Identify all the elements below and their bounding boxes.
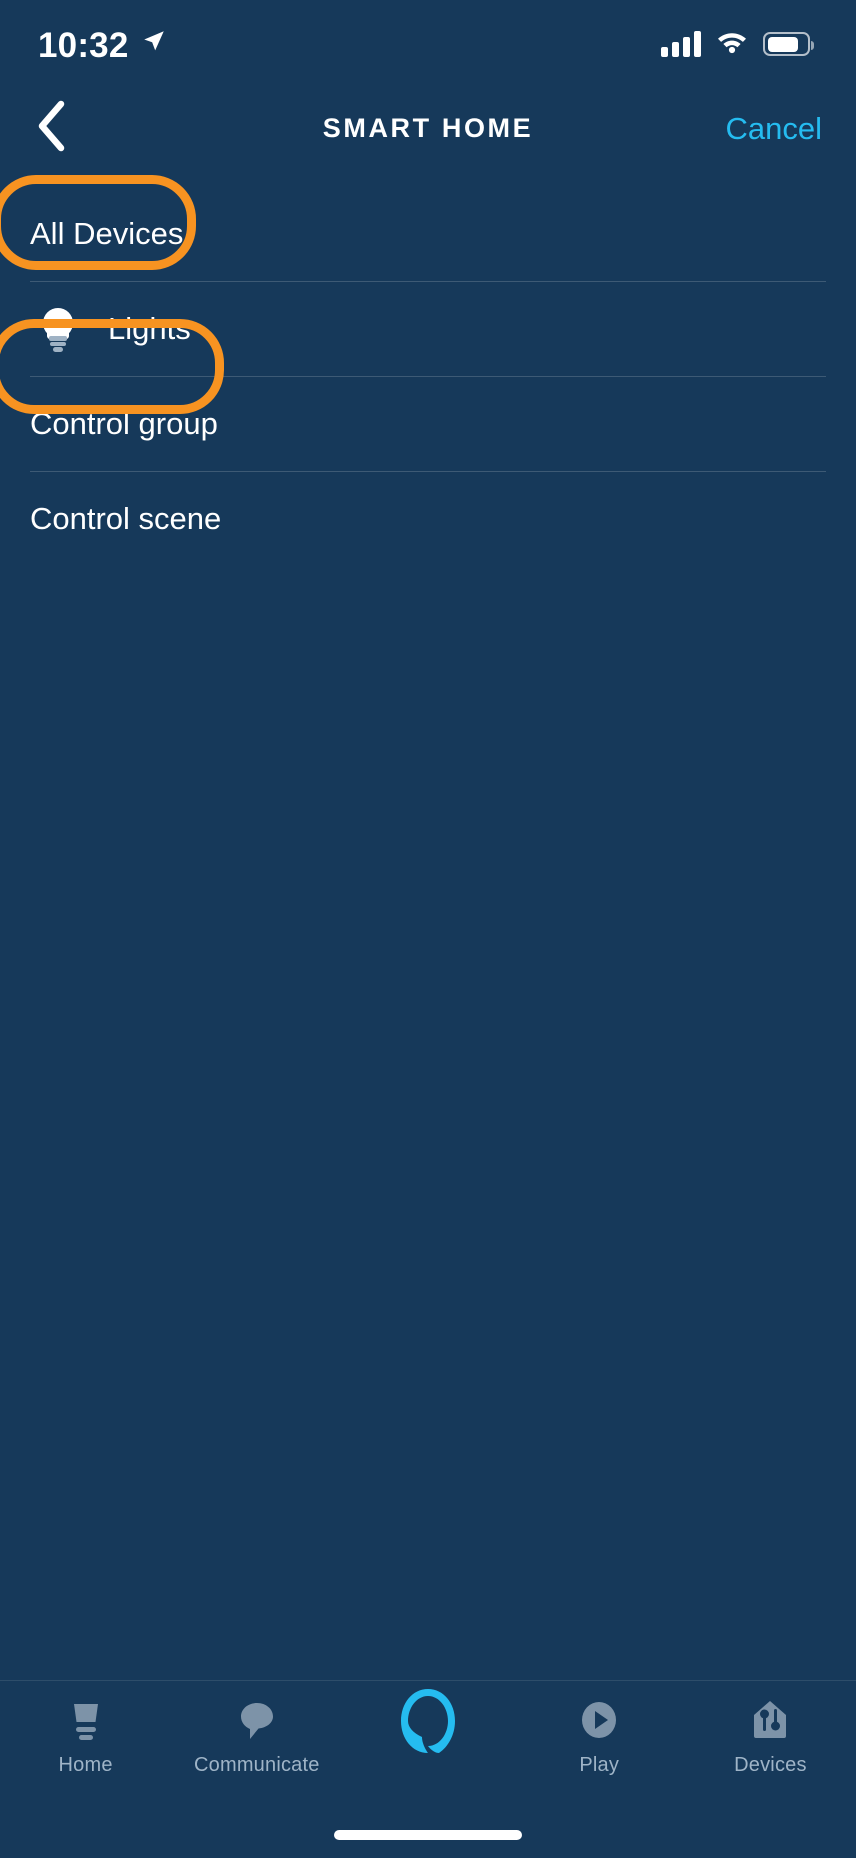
smart-home-screen: 10:32 SMART HOME Cancel All Devices Ligh… (0, 0, 856, 1858)
tab-label: Communicate (194, 1754, 320, 1776)
list-item-control-group[interactable]: Control group (0, 377, 856, 471)
list-item-label: Lights (108, 311, 191, 346)
status-bar-left: 10:32 (38, 24, 167, 63)
cancel-button[interactable]: Cancel (726, 111, 823, 147)
alexa-ring-icon (395, 1689, 461, 1753)
tab-label: Home (58, 1754, 113, 1776)
speech-bubble-icon (234, 1695, 280, 1747)
tab-devices[interactable]: Devices (685, 1695, 856, 1777)
play-circle-icon (576, 1695, 622, 1747)
tab-label: Play (579, 1754, 620, 1776)
list-item-label: All Devices (30, 216, 184, 251)
home-indicator-area (0, 1812, 856, 1858)
cellular-signal-icon (661, 31, 701, 57)
options-list: All Devices Lights Control group Control… (0, 171, 856, 1680)
tab-play[interactable]: Play (514, 1695, 685, 1777)
list-item-label: Control group (30, 406, 218, 441)
house-sliders-icon (747, 1695, 793, 1747)
location-arrow-icon (141, 28, 167, 59)
home-indicator[interactable] (334, 1830, 522, 1840)
echo-device-icon (63, 1695, 109, 1747)
wifi-icon (716, 30, 748, 59)
list-item-control-scene[interactable]: Control scene (0, 472, 856, 566)
tab-home[interactable]: Home (0, 1695, 171, 1777)
tab-label: Devices (734, 1754, 807, 1776)
tab-communicate[interactable]: Communicate (171, 1695, 342, 1777)
list-item-label: Control scene (30, 501, 222, 536)
nav-header: SMART HOME Cancel (0, 86, 856, 171)
list-item-all-devices[interactable]: All Devices (0, 187, 856, 281)
list-item-lights[interactable]: Lights (0, 282, 856, 376)
light-bulb-icon (30, 304, 86, 354)
status-bar: 10:32 (0, 0, 856, 86)
battery-icon (763, 32, 814, 56)
tab-alexa[interactable] (342, 1689, 513, 1754)
status-time: 10:32 (38, 25, 129, 65)
bottom-tab-bar: Home Communicate Play Devices (0, 1680, 856, 1812)
status-bar-right (661, 28, 814, 59)
